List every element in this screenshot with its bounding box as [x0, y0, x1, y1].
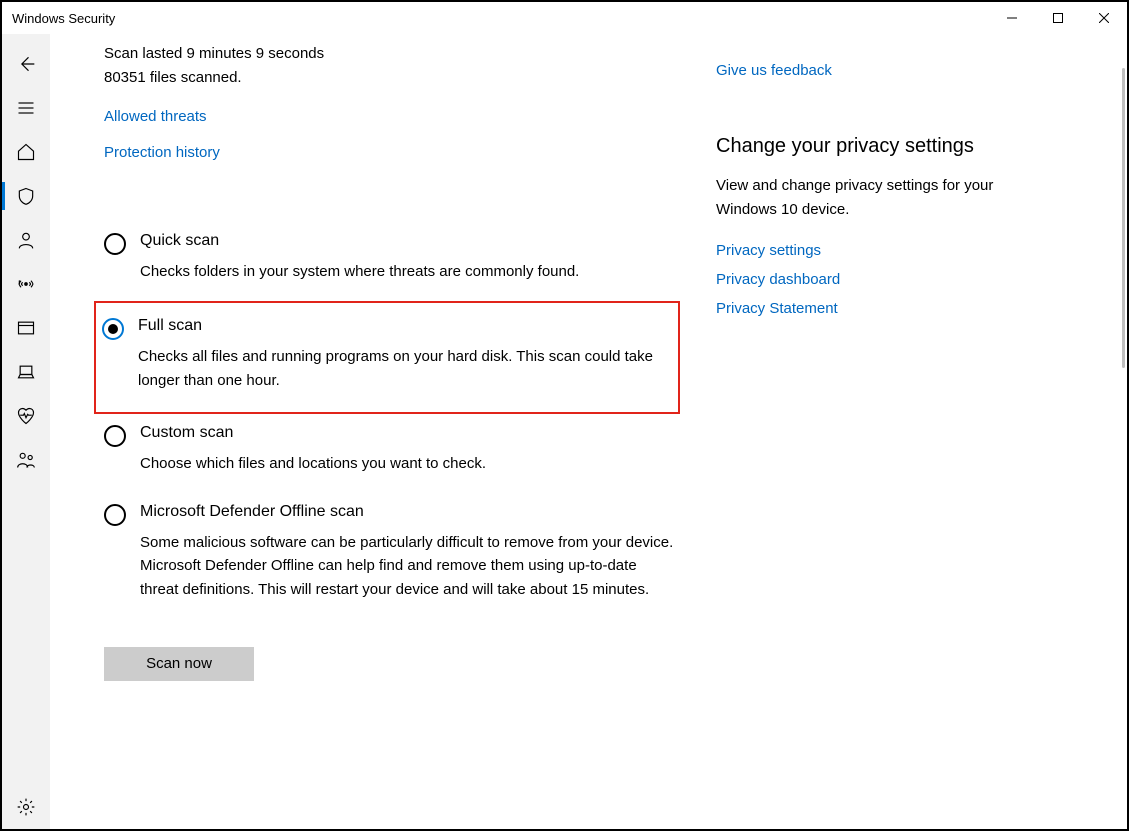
- files-scanned: 80351 files scanned.: [104, 66, 680, 90]
- laptop-icon: [16, 362, 36, 382]
- scan-now-button[interactable]: Scan now: [104, 647, 254, 681]
- wifi-icon: [16, 274, 36, 294]
- privacy-settings-link[interactable]: Privacy settings: [716, 242, 1103, 259]
- window-controls: [989, 2, 1127, 34]
- family-icon: [16, 450, 36, 470]
- hamburger-icon: [16, 98, 36, 118]
- heart-icon: [16, 406, 36, 426]
- nav-settings[interactable]: [2, 785, 50, 829]
- radio-quick-scan[interactable]: [104, 233, 126, 255]
- option-desc: Choose which files and locations you wan…: [140, 452, 674, 475]
- close-button[interactable]: [1081, 2, 1127, 34]
- nav-device-security[interactable]: [2, 350, 50, 394]
- option-desc: Checks all files and running programs on…: [138, 345, 672, 392]
- back-arrow-icon: [16, 54, 36, 74]
- option-quick-scan[interactable]: Quick scan Checks folders in your system…: [104, 222, 680, 301]
- nav-firewall[interactable]: [2, 262, 50, 306]
- nav-rail: [2, 34, 50, 829]
- minimize-icon: [1007, 13, 1017, 23]
- windows-security-window: Windows Security: [0, 0, 1129, 831]
- option-desc: Checks folders in your system where thre…: [140, 260, 674, 283]
- nav-family-options[interactable]: [2, 438, 50, 482]
- privacy-statement-link[interactable]: Privacy Statement: [716, 300, 1103, 317]
- shield-icon: [16, 186, 36, 206]
- nav-app-browser[interactable]: [2, 306, 50, 350]
- option-title: Quick scan: [140, 232, 674, 250]
- radio-full-scan[interactable]: [102, 318, 124, 340]
- privacy-desc: View and change privacy settings for you…: [716, 174, 996, 222]
- close-icon: [1099, 13, 1109, 23]
- minimize-button[interactable]: [989, 2, 1035, 34]
- titlebar: Windows Security: [2, 2, 1127, 34]
- option-offline-scan[interactable]: Microsoft Defender Offline scan Some mal…: [104, 493, 680, 619]
- allowed-threats-link[interactable]: Allowed threats: [104, 108, 207, 125]
- option-title: Custom scan: [140, 424, 674, 442]
- feedback-link[interactable]: Give us feedback: [716, 62, 1103, 79]
- nav-device-performance[interactable]: [2, 394, 50, 438]
- privacy-heading: Change your privacy settings: [716, 135, 1103, 158]
- maximize-button[interactable]: [1035, 2, 1081, 34]
- home-icon: [16, 142, 36, 162]
- person-icon: [16, 230, 36, 250]
- main-content: Scan lasted 9 minutes 9 seconds 80351 fi…: [50, 42, 680, 829]
- side-panel: Give us feedback Change your privacy set…: [680, 42, 1127, 829]
- maximize-icon: [1053, 13, 1063, 23]
- hamburger-button[interactable]: [2, 86, 50, 130]
- radio-custom-scan[interactable]: [104, 425, 126, 447]
- scan-duration: Scan lasted 9 minutes 9 seconds: [104, 42, 680, 66]
- scrollbar[interactable]: [1122, 68, 1125, 368]
- back-button[interactable]: [2, 42, 50, 86]
- window-title: Windows Security: [12, 11, 115, 26]
- gear-icon: [16, 797, 36, 817]
- nav-account-protection[interactable]: [2, 218, 50, 262]
- nav-virus-protection[interactable]: [2, 174, 50, 218]
- privacy-dashboard-link[interactable]: Privacy dashboard: [716, 271, 1103, 288]
- option-title: Microsoft Defender Offline scan: [140, 503, 674, 521]
- nav-home[interactable]: [2, 130, 50, 174]
- option-full-scan[interactable]: Full scan Checks all files and running p…: [94, 301, 680, 414]
- radio-offline-scan[interactable]: [104, 504, 126, 526]
- app-window-icon: [16, 318, 36, 338]
- protection-history-link[interactable]: Protection history: [104, 144, 220, 161]
- option-title: Full scan: [138, 317, 672, 335]
- scan-options: Quick scan Checks folders in your system…: [104, 222, 680, 619]
- option-custom-scan[interactable]: Custom scan Choose which files and locat…: [104, 414, 680, 493]
- option-desc: Some malicious software can be particula…: [140, 531, 674, 601]
